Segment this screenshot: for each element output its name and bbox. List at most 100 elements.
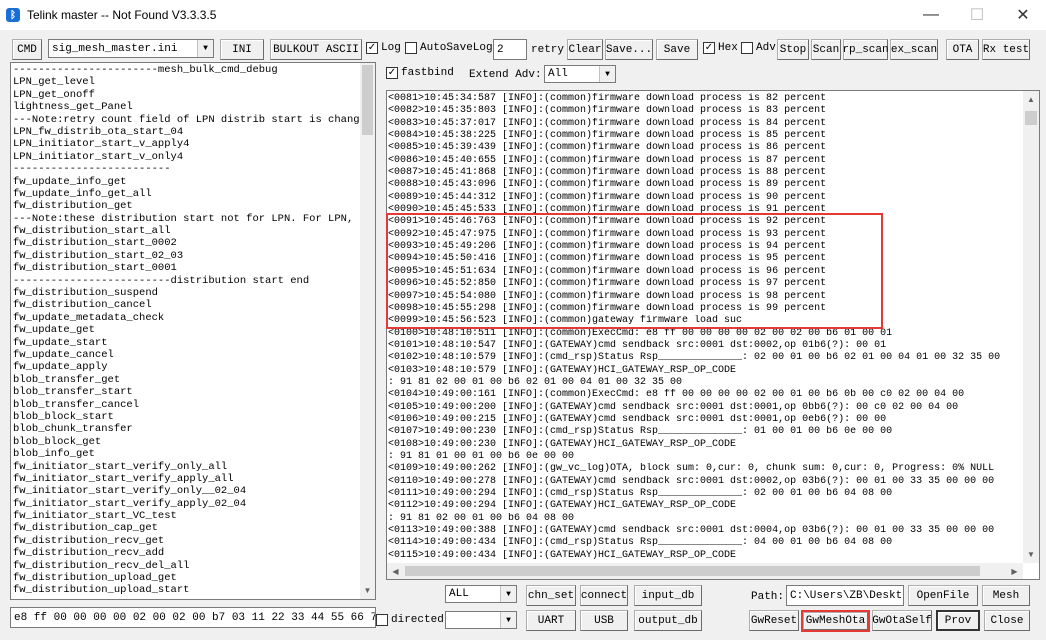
list-item[interactable]: fw_update_info_get (12, 176, 360, 188)
path-input[interactable]: C:\Users\ZB\Desktop (786, 585, 904, 606)
autosave-checkbox[interactable]: AutoSaveLog (405, 42, 493, 54)
list-item[interactable]: fw_distribution_upload_start (12, 584, 360, 596)
connect-button[interactable]: connect (580, 585, 628, 606)
ini-button[interactable]: INI (220, 39, 264, 60)
chevron-down-icon[interactable]: ▼ (500, 612, 516, 628)
list-item[interactable]: fw_distribution_cancel (12, 299, 360, 311)
list-item[interactable]: fw_update_cancel (12, 349, 360, 361)
list-item[interactable]: LPN_initiator_start_v_only4 (12, 151, 360, 163)
adv-checkbox[interactable]: Adv (741, 42, 776, 54)
list-item[interactable]: blob_info_get (12, 448, 360, 460)
list-item[interactable]: LPN_get_onoff (12, 89, 360, 101)
scrollbar-thumb[interactable] (405, 566, 980, 576)
list-item[interactable]: fw_distribution_recv_del_all (12, 560, 360, 572)
list-item[interactable]: blob_chunk_transfer (12, 423, 360, 435)
scan-button[interactable]: Scan (811, 39, 841, 60)
openfile-button[interactable]: OpenFile (908, 585, 978, 606)
output-db-button[interactable]: output_db (634, 610, 702, 631)
save-as-button[interactable]: Save... (605, 39, 653, 60)
list-item[interactable]: LPN_initiator_start_v_apply4 (12, 138, 360, 150)
directed-checkbox[interactable]: directed (376, 614, 444, 626)
all-select[interactable]: ALL ▼ (445, 585, 517, 603)
gwotaself-button[interactable]: GwOtaSelf (872, 610, 932, 631)
command-list[interactable]: -----------------------mesh_bulk_cmd_deb… (10, 62, 376, 600)
list-item[interactable]: lightness_get_Panel (12, 101, 360, 113)
command-list-scrollbar[interactable]: ▲ ▼ (360, 63, 375, 599)
list-item[interactable]: fw_update_get (12, 324, 360, 336)
list-item[interactable]: LPN_fw_distrib_ota_start_04 (12, 126, 360, 138)
save-button[interactable]: Save (656, 39, 698, 60)
list-item[interactable]: fw_distribution_suspend (12, 287, 360, 299)
log-checkbox[interactable]: ✓ Log (366, 42, 401, 54)
ini-file-select[interactable]: sig_mesh_master.ini ▼ (48, 39, 214, 58)
list-item[interactable]: blob_block_get (12, 436, 360, 448)
mesh-button[interactable]: Mesh (982, 585, 1030, 606)
scroll-right-icon[interactable]: ▶ (1006, 563, 1023, 579)
bulkout-ascii-button[interactable]: BULKOUT ASCII (270, 39, 362, 60)
list-item[interactable]: fw_distribution_start_all (12, 225, 360, 237)
log-horizontal-scrollbar[interactable]: ◀ ▶ (387, 563, 1023, 579)
list-item[interactable]: ---Note:retry count field of LPN distrib… (12, 114, 360, 126)
list-item[interactable]: blob_block_start (12, 411, 360, 423)
retry-input[interactable]: 2 (493, 39, 527, 60)
stop-button[interactable]: Stop (777, 39, 809, 60)
chevron-down-icon[interactable]: ▼ (197, 40, 213, 57)
chn-set-button[interactable]: chn_set (526, 585, 576, 606)
scroll-up-icon[interactable]: ▲ (1023, 91, 1039, 108)
command-input[interactable]: e8 ff 00 00 00 00 02 00 02 00 b7 03 11 2… (10, 607, 376, 628)
list-item[interactable]: fw_update_info_get_all (12, 188, 360, 200)
list-item[interactable]: ---Note:these distribution start not for… (12, 213, 360, 225)
list-item[interactable]: fw_distribution_cap_get (12, 522, 360, 534)
list-item[interactable]: fw_initiator_start_verify_apply_all (12, 473, 360, 485)
maximize-icon[interactable]: ☐ (954, 0, 1000, 30)
ex-scan-button[interactable]: ex_scan (890, 39, 938, 60)
list-item[interactable]: fw_update_metadata_check (12, 312, 360, 324)
list-item[interactable]: fw_initiator_start_verify_only__02_04 (12, 485, 360, 497)
list-item[interactable]: ------------------------- (12, 163, 360, 175)
close-window-icon[interactable]: ✕ (1000, 0, 1046, 30)
list-item[interactable]: fw_distribution_start_02_03 (12, 250, 360, 262)
uart-button[interactable]: UART (526, 610, 576, 631)
list-item[interactable]: fw_initiator_start_verify_apply_02_04 (12, 498, 360, 510)
extend-adv-select[interactable]: All ▼ (544, 65, 616, 83)
input-db-button[interactable]: input_db (634, 585, 702, 606)
list-item[interactable]: fw_update_apply (12, 361, 360, 373)
rx-test-button[interactable]: Rx test (982, 39, 1030, 60)
list-item[interactable]: -------------------------distribution st… (12, 275, 360, 287)
chevron-down-icon[interactable]: ▼ (500, 586, 516, 602)
cmd-button[interactable]: CMD (12, 39, 42, 60)
clear-button[interactable]: Clear (567, 39, 603, 60)
scrollbar-thumb[interactable] (362, 65, 373, 135)
list-item[interactable]: fw_initiator_start_verify_only_all (12, 461, 360, 473)
close-button[interactable]: Close (984, 610, 1030, 631)
list-item[interactable]: fw_distribution_start_0002 (12, 237, 360, 249)
list-item[interactable]: fw_distribution_start_0001 (12, 262, 360, 274)
list-item[interactable]: blob_transfer_cancel (12, 399, 360, 411)
list-item[interactable]: -----------------------mesh_bulk_cmd_deb… (12, 64, 360, 76)
directed-select[interactable]: ▼ (445, 611, 517, 629)
list-item[interactable]: fw_distribution_get (12, 200, 360, 212)
log-view[interactable]: <0081>10:45:34:587 [INFO]:(common)firmwa… (386, 90, 1040, 580)
scroll-down-icon[interactable]: ▼ (360, 582, 375, 599)
usb-button[interactable]: USB (580, 610, 628, 631)
list-item[interactable]: fw_distribution_upload_get (12, 572, 360, 584)
list-item[interactable]: fw_distribution_recv_add (12, 547, 360, 559)
scrollbar-thumb[interactable] (1025, 111, 1037, 125)
list-item[interactable]: LPN_get_level (12, 76, 360, 88)
list-item[interactable]: blob_transfer_get (12, 374, 360, 386)
list-item[interactable]: fw_distribution_recv_get (12, 535, 360, 547)
list-item[interactable]: fw_initiator_start_VC_test (12, 510, 360, 522)
prov-button[interactable]: Prov (936, 610, 980, 631)
rp-scan-button[interactable]: rp_scan (842, 39, 889, 60)
fastbind-checkbox[interactable]: ✓ fastbind (386, 67, 454, 79)
list-item[interactable]: blob_transfer_start (12, 386, 360, 398)
ota-button[interactable]: OTA (946, 39, 979, 60)
scroll-down-icon[interactable]: ▼ (1023, 546, 1039, 563)
hex-checkbox[interactable]: ✓ Hex (703, 42, 738, 54)
log-vertical-scrollbar[interactable]: ▲ ▼ (1023, 91, 1039, 563)
minimize-icon[interactable]: — (908, 0, 954, 30)
chevron-down-icon[interactable]: ▼ (599, 66, 615, 82)
list-item[interactable]: fw_update_start (12, 337, 360, 349)
scroll-left-icon[interactable]: ◀ (387, 563, 404, 579)
gwreset-button[interactable]: GwReset (749, 610, 799, 631)
